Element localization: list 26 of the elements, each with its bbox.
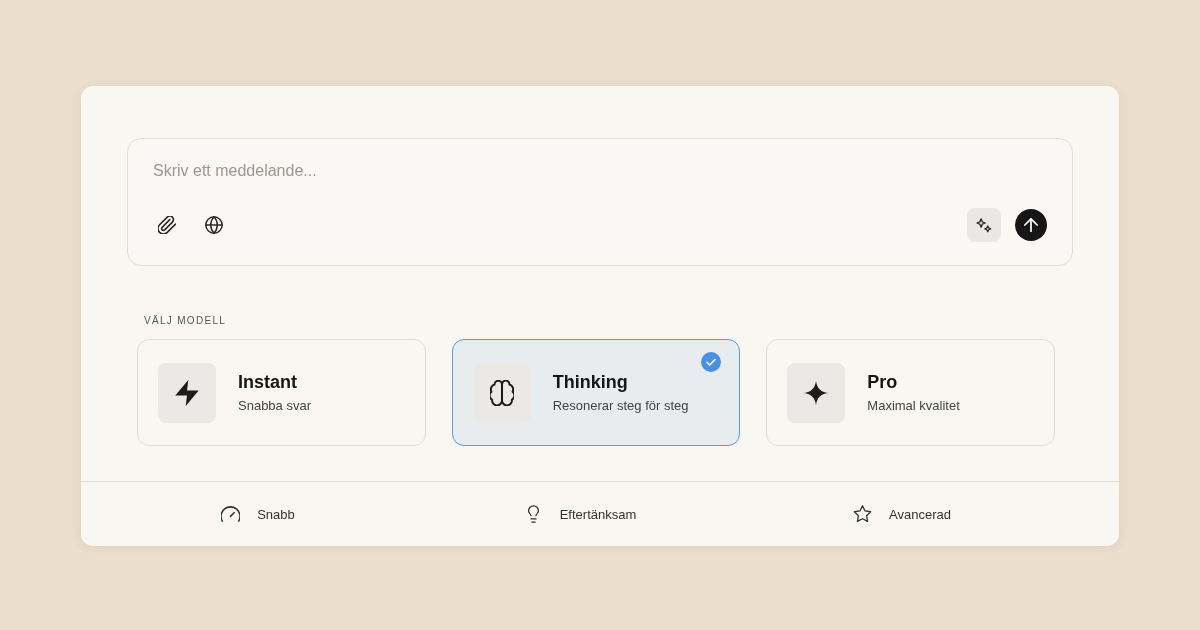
paperclip-icon [158, 216, 176, 234]
sparkles-icon [976, 217, 992, 233]
model-card[interactable]: Pro Maximal kvalitet [766, 339, 1055, 446]
mode-label: Snabb [257, 506, 295, 522]
model-name: Thinking [552, 371, 628, 393]
message-input[interactable]: Skriv ett meddelande... [153, 160, 1047, 182]
send-button[interactable] [1015, 209, 1047, 241]
brain-tile-icon [472, 362, 531, 423]
model-name: Instant [238, 371, 297, 393]
arrow-up-icon [1024, 218, 1038, 232]
mode-label: Avancerad [889, 506, 951, 522]
model-description: Maximal kvalitet [867, 398, 960, 414]
enhance-button[interactable] [967, 208, 1001, 242]
bolt-tile-icon [158, 362, 216, 423]
mode-label: Eftertänksam [559, 506, 637, 522]
star-tile-icon [787, 362, 846, 423]
model-name: Pro [867, 371, 898, 393]
section-heading: VÄLJ MODELL [144, 314, 227, 328]
model-description: Resonerar steg för steg [552, 398, 689, 414]
model-card[interactable]: Instant Snabba svar [137, 339, 426, 446]
model-description: Snabba svar [238, 398, 311, 414]
model-card[interactable]: Thinking Resonerar steg för steg [451, 339, 741, 446]
gauge-icon [221, 505, 241, 523]
check-icon [701, 352, 722, 372]
star-icon [853, 505, 873, 523]
globe-icon [205, 216, 223, 234]
